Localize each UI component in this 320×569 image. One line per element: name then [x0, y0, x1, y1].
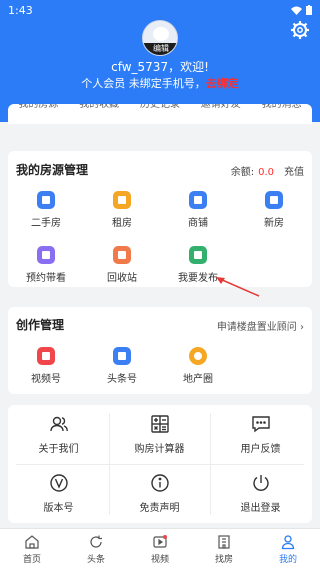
info-icon — [150, 474, 169, 492]
grid-item-label: 新房 — [264, 218, 284, 229]
status-time: 1:43 — [8, 3, 33, 17]
nav-video[interactable]: 视频 — [128, 529, 192, 569]
rental-icon — [113, 191, 131, 209]
document-icon — [113, 347, 131, 365]
annotation-arrow-icon — [216, 277, 260, 297]
utility-grid: 关于我们 购房计算器 用户反馈 版本号 免责声明 退出登录 — [8, 405, 312, 523]
home-icon — [25, 535, 39, 549]
greeting-text: cfw_5737，欢迎! — [111, 60, 209, 74]
grid-item-label: 租房 — [112, 218, 132, 229]
nav-label: 我的 — [278, 555, 297, 565]
grid-item-shop[interactable]: 商铺 — [168, 191, 228, 229]
grid-item-headline-account[interactable]: 头条号 — [92, 347, 152, 385]
utility-label: 免责声明 — [139, 503, 180, 514]
building-icon — [218, 535, 230, 549]
status-bar: 1:43 — [0, 0, 320, 20]
calculator-button[interactable]: 购房计算器 — [109, 405, 210, 464]
nav-label: 找房 — [214, 555, 233, 565]
utility-label: 购房计算器 — [134, 444, 185, 455]
nav-headlines[interactable]: 头条 — [64, 529, 128, 569]
battery-icon — [306, 5, 312, 15]
about-us-button[interactable]: 关于我们 — [8, 405, 109, 464]
wifi-icon — [291, 6, 302, 15]
utility-label: 退出登录 — [240, 503, 281, 514]
building-icon — [265, 191, 283, 209]
member-status: 个人会员 未绑定手机号，去绑定 — [0, 75, 320, 91]
grid-item-label: 地产圈 — [183, 374, 213, 385]
grid-item-label: 二手房 — [31, 218, 61, 229]
feedback-button[interactable]: 用户反馈 — [210, 405, 311, 464]
house-icon — [37, 191, 55, 209]
version-button[interactable]: 版本号 — [8, 464, 109, 523]
nav-find-home[interactable]: 找房 — [192, 529, 256, 569]
balance-label: 余额: — [230, 167, 255, 178]
nav-label: 头条 — [86, 555, 105, 565]
grid-item-rental[interactable]: 租房 — [92, 191, 152, 229]
listing-section-title: 我的房源管理 — [16, 163, 89, 177]
grid-item-recycle[interactable]: 回收站 — [92, 246, 152, 284]
apply-consultant-label: 申请楼盘置业顾问 — [216, 322, 297, 333]
video-icon — [153, 535, 167, 548]
tab-invite[interactable]: 邀请好友 — [201, 104, 241, 124]
grid-item-label: 我要发布 — [178, 273, 218, 284]
avatar[interactable]: 编辑 — [142, 20, 178, 56]
member-text: 个人会员 未绑定手机号， — [81, 77, 206, 90]
recycle-truck-icon — [113, 246, 131, 264]
grid-item-label: 视频号 — [31, 374, 61, 385]
utility-label: 用户反馈 — [240, 444, 281, 455]
balance-value: 0.0 — [258, 167, 274, 178]
profile-tabs: 我的房源 我的收藏 历史记录 邀请好友 我的消息 — [8, 104, 312, 124]
circle-icon — [189, 347, 207, 365]
settings-gear-icon[interactable] — [290, 20, 310, 40]
apply-consultant-link[interactable]: 申请楼盘置业顾问 › — [217, 318, 304, 333]
nav-label: 视频 — [150, 555, 169, 565]
balance-area: 余额: 0.0 充值 — [231, 163, 304, 178]
nav-label: 首页 — [22, 555, 41, 565]
listing-management-card: 我的房源管理 余额: 0.0 充值 二手房 租房 商铺 新房 预约带看 回收站 我要… — [8, 151, 312, 287]
shop-icon — [189, 191, 207, 209]
grid-item-second-hand[interactable]: 二手房 — [16, 191, 76, 229]
creation-management-card: 创作管理 申请楼盘置业顾问 › 视频号 头条号 地产圈 — [8, 307, 312, 394]
chevron-right-icon: › — [300, 322, 304, 333]
bind-phone-link[interactable]: 去绑定 — [206, 77, 239, 90]
avatar-image — [153, 27, 169, 41]
chat-icon — [251, 416, 270, 433]
grid-item-property-circle[interactable]: 地产圈 — [168, 347, 228, 385]
avatar-edit-label[interactable]: 编辑 — [143, 43, 177, 55]
power-icon — [252, 475, 269, 491]
refresh-icon — [90, 535, 102, 548]
bottom-nav: 首页 头条 视频 找房 我的 — [0, 528, 320, 569]
grid-item-new-home[interactable]: 新房 — [244, 191, 304, 229]
disclaimer-button[interactable]: 免责声明 — [109, 464, 210, 523]
grid-item-video-account[interactable]: 视频号 — [16, 347, 76, 385]
calculator-icon — [150, 415, 169, 433]
tab-favorites[interactable]: 我的收藏 — [79, 104, 119, 124]
grid-item-label: 回收站 — [107, 273, 137, 284]
calendar-icon — [37, 246, 55, 264]
grid-item-label: 预约带看 — [26, 273, 66, 284]
utility-label: 关于我们 — [38, 444, 79, 455]
tab-messages[interactable]: 我的消息 — [262, 104, 302, 124]
utility-label: 版本号 — [43, 503, 74, 514]
grid-item-label: 商铺 — [188, 218, 208, 229]
users-icon — [49, 416, 68, 432]
person-icon — [281, 535, 295, 550]
video-icon — [37, 347, 55, 365]
nav-home[interactable]: 首页 — [0, 529, 64, 569]
tab-history[interactable]: 历史记录 — [140, 104, 180, 124]
logout-button[interactable]: 退出登录 — [210, 464, 311, 523]
publish-house-icon — [189, 246, 207, 264]
recharge-button[interactable]: 充值 — [284, 167, 304, 178]
version-icon — [49, 474, 68, 492]
nav-mine[interactable]: 我的 — [256, 529, 320, 569]
creation-section-title: 创作管理 — [16, 318, 65, 332]
tab-my-listings[interactable]: 我的房源 — [18, 104, 58, 124]
grid-item-label: 头条号 — [107, 374, 137, 385]
grid-item-viewing[interactable]: 预约带看 — [16, 246, 76, 284]
